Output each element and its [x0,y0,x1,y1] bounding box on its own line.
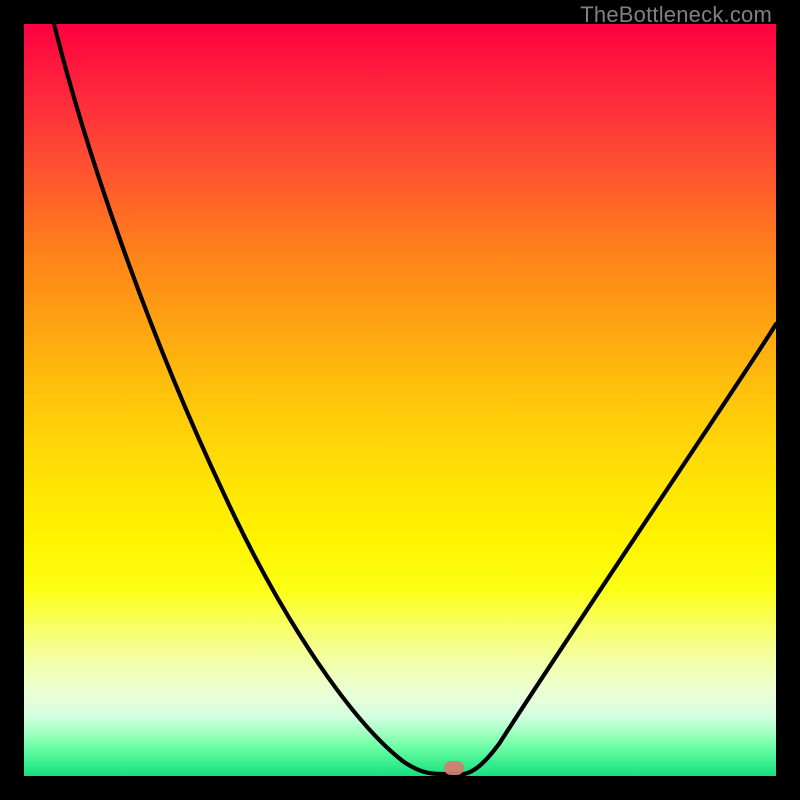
bottleneck-marker [444,761,464,775]
chart-plot-area [24,24,776,776]
bottleneck-curve [24,24,776,776]
chart-frame: TheBottleneck.com [0,0,800,800]
watermark-text: TheBottleneck.com [580,2,772,28]
